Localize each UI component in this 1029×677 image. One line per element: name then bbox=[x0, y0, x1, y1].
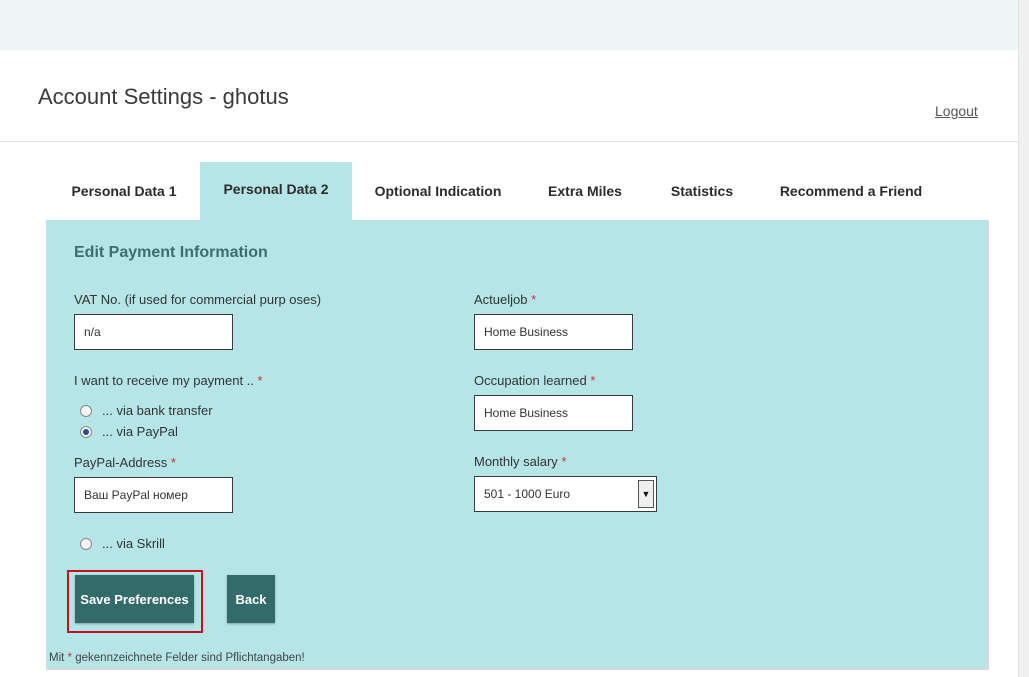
radio-skrill[interactable]: ... via Skrill bbox=[80, 536, 165, 551]
top-band bbox=[0, 0, 1018, 50]
required-marker: * bbox=[257, 373, 263, 388]
scrollbar[interactable] bbox=[1018, 0, 1029, 677]
required-fields-note: Mit * gekennzeichnete Felder sind Pflich… bbox=[49, 652, 305, 664]
radio-button[interactable] bbox=[80, 537, 92, 550]
page-title: Account Settings - ghotus bbox=[38, 84, 289, 109]
radio-button-selected[interactable] bbox=[80, 425, 92, 438]
tab-personal-data-2[interactable]: Personal Data 2 bbox=[200, 162, 352, 220]
occupation-input[interactable]: Home Business bbox=[474, 395, 633, 431]
required-marker: * bbox=[590, 373, 596, 388]
payment-method-label: I want to receive my payment .. * bbox=[74, 373, 263, 388]
payment-form-panel: Edit Payment Information VAT No. (if use… bbox=[46, 220, 989, 670]
back-button[interactable]: Back bbox=[227, 575, 275, 623]
required-marker: * bbox=[170, 455, 176, 470]
logout-link[interactable]: Logout bbox=[935, 103, 978, 119]
vat-label: VAT No. (if used for commercial purp ose… bbox=[74, 292, 322, 307]
radio-button[interactable] bbox=[80, 404, 92, 417]
tab-personal-data-1[interactable]: Personal Data 1 bbox=[48, 162, 200, 220]
paypal-label: PayPal-Address * bbox=[74, 455, 176, 470]
tab-statistics[interactable]: Statistics bbox=[646, 162, 758, 220]
actueljob-input[interactable]: Home Business bbox=[474, 314, 633, 350]
save-preferences-button[interactable]: Save Preferences bbox=[75, 575, 194, 623]
tab-extra-miles[interactable]: Extra Miles bbox=[524, 162, 646, 220]
tab-recommend-a-friend[interactable]: Recommend a Friend bbox=[758, 162, 944, 220]
radio-bank-transfer[interactable]: ... via bank transfer bbox=[80, 403, 213, 418]
occupation-label: Occupation learned * bbox=[474, 373, 596, 388]
required-marker: * bbox=[531, 292, 537, 307]
required-marker: * bbox=[67, 652, 73, 664]
tab-optional-indication[interactable]: Optional Indication bbox=[352, 162, 524, 220]
vat-input[interactable]: n/a bbox=[74, 314, 233, 350]
paypal-address-input[interactable]: Ваш PayPal номер bbox=[74, 477, 233, 513]
actueljob-label: Actueljob * bbox=[474, 292, 537, 307]
salary-select[interactable]: 501 - 1000 Euro ▼ bbox=[474, 476, 657, 512]
page-header: Account Settings - ghotus Logout bbox=[0, 50, 1018, 142]
radio-paypal[interactable]: ... via PayPal bbox=[80, 424, 178, 439]
required-marker: * bbox=[561, 454, 567, 469]
chevron-down-icon[interactable]: ▼ bbox=[638, 480, 654, 508]
salary-label: Monthly salary * bbox=[474, 454, 567, 469]
section-title: Edit Payment Information bbox=[74, 244, 268, 261]
